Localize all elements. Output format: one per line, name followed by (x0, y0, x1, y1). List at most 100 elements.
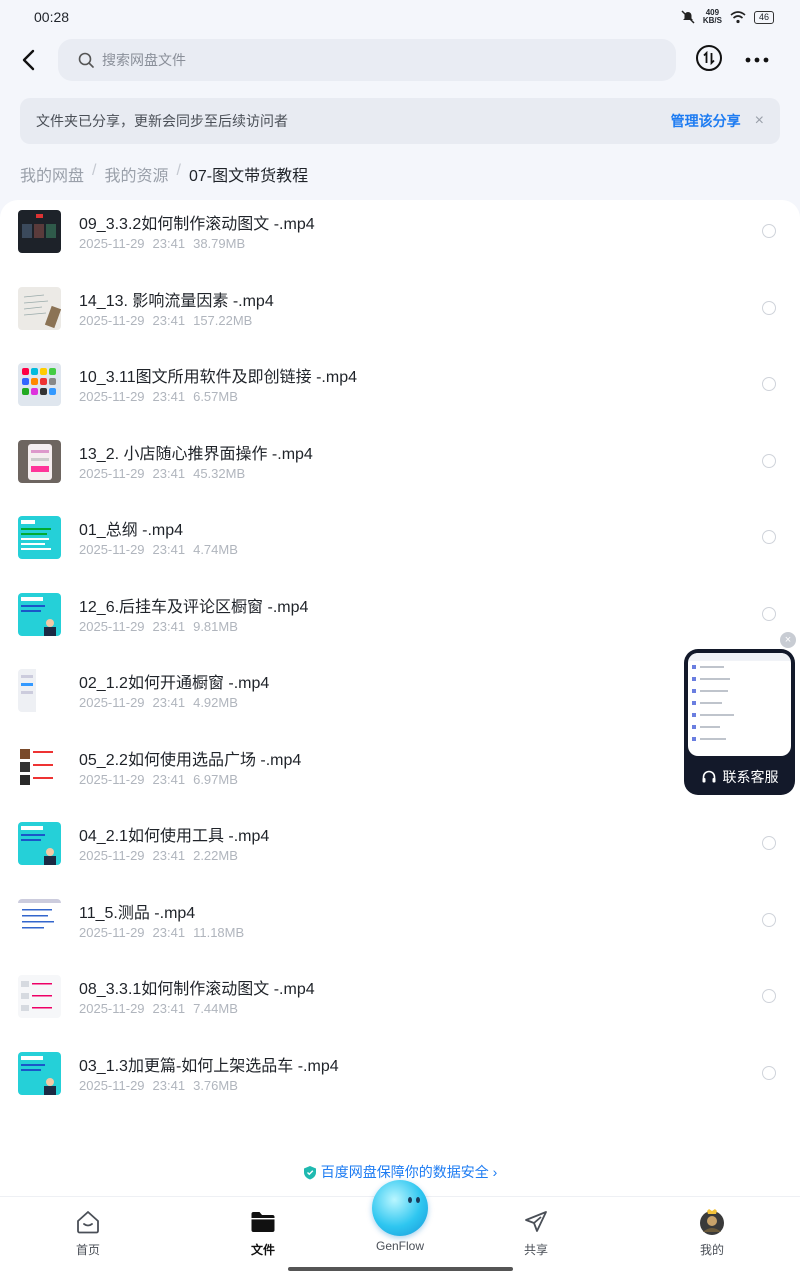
file-row[interactable]: 14_13. 影响流量因素 -.mp4 2025-11-29 23:41 157.22… (0, 277, 800, 353)
breadcrumb-root[interactable]: 我的网盘 (20, 162, 84, 186)
security-note[interactable]: 百度网盘保障你的数据安全 › (0, 1162, 800, 1182)
video-thumbnail (18, 899, 61, 942)
file-name: 12_6.后挂车及评论区橱窗 -.mp4 (79, 599, 309, 616)
file-size: 4.92MB (193, 695, 238, 710)
file-date: 2025-11-29 (79, 772, 145, 787)
nav-mine-label: 我的 (699, 1243, 724, 1257)
video-thumbnail (18, 210, 61, 253)
nav-files[interactable]: 文件 (223, 1209, 303, 1258)
file-row[interactable]: 05_2.2如何使用选品广场 -.mp4 2025-11-29 23:41 6.97M… (0, 736, 800, 812)
file-size: 45.32MB (193, 466, 246, 481)
file-row[interactable]: 02_1.2如何开通橱窗 -.mp4 2025-11-29 23:41 4.92MB (0, 659, 800, 735)
file-name: 11_5.测品 -.mp4 (79, 905, 196, 922)
search-input[interactable]: 搜索网盘文件 (58, 39, 676, 81)
select-radio[interactable] (762, 836, 776, 850)
video-thumbnail (18, 440, 61, 483)
select-radio[interactable] (762, 1066, 776, 1080)
headset-icon (702, 770, 715, 783)
home-icon (77, 1211, 99, 1234)
select-radio[interactable] (762, 224, 776, 238)
video-thumbnail (18, 593, 61, 636)
file-row[interactable]: 10_3.11图文所用软件及即创链接 -.mp4 2025-11-29 23:41 6… (0, 353, 800, 429)
file-date: 2025-11-29 (79, 695, 145, 710)
file-row[interactable]: 13_2. 小店随心推界面操作 -.mp4 2025-11-29 23:41 45.3… (0, 430, 800, 506)
customer-service-card[interactable]: 联系客服 (684, 649, 795, 795)
customer-service-label-row: 联系客服 (684, 767, 795, 787)
file-row[interactable]: 09_3.3.2如何制作滚动图文 -.mp4 2025-11-29 23:41 38.… (0, 200, 800, 276)
breadcrumb-separator: / (92, 162, 97, 179)
status-icons: 409 KB/S 46 (681, 9, 774, 25)
search-placeholder: 搜索网盘文件 (102, 52, 186, 68)
file-size: 38.79MB (193, 236, 246, 251)
breadcrumb-level1[interactable]: 我的资源 (104, 162, 168, 186)
file-name: 09_3.3.2如何制作滚动图文 -.mp4 (79, 216, 315, 233)
select-radio[interactable] (762, 454, 776, 468)
file-meta: 2025-11-29 23:41 38.79MB (79, 236, 253, 251)
genflow-mascot-icon (408, 1197, 420, 1203)
security-note-text: 百度网盘保障你的数据安全 › (320, 1164, 498, 1180)
file-time: 23:41 (152, 1001, 186, 1016)
header: 搜索网盘文件 (0, 38, 800, 82)
nav-genflow[interactable]: GenFlow (360, 1239, 440, 1253)
nav-files-label: 文件 (250, 1243, 275, 1257)
select-radio[interactable] (762, 377, 776, 391)
manage-share-link[interactable]: 管理该分享 (671, 111, 741, 131)
select-radio[interactable] (762, 913, 776, 927)
transfer-button[interactable] (696, 45, 722, 71)
file-row[interactable]: 01_总纲 -.mp4 2025-11-29 23:41 4.74MB (0, 506, 800, 582)
select-radio[interactable] (762, 607, 776, 621)
breadcrumb-current: 07-图文带货教程 (188, 168, 309, 185)
nav-mine[interactable]: 我的 (672, 1209, 752, 1258)
file-size: 2.22MB (193, 848, 238, 863)
file-row[interactable]: 03_1.3加更篇-如何上架选品车 -.mp4 2025-11-29 23:41 3.… (0, 1042, 800, 1118)
select-radio[interactable] (762, 301, 776, 315)
file-row[interactable]: 12_6.后挂车及评论区橱窗 -.mp4 2025-11-29 23:41 9.81M… (0, 583, 800, 659)
file-date: 2025-11-29 (79, 925, 145, 940)
status-time: 00:28 (34, 9, 70, 25)
file-time: 23:41 (152, 389, 186, 404)
file-date: 2025-11-29 (79, 1001, 145, 1016)
battery-icon: 46 (753, 10, 774, 24)
video-thumbnail (18, 822, 61, 865)
file-name: 02_1.2如何开通橱窗 -.mp4 (79, 675, 270, 692)
send-icon (525, 1211, 547, 1232)
file-meta: 2025-11-29 23:41 45.32MB (79, 466, 253, 481)
genflow-orb-button[interactable] (372, 1180, 428, 1236)
file-time: 23:41 (152, 236, 186, 251)
mute-icon (681, 10, 695, 24)
file-date: 2025-11-29 (79, 313, 145, 328)
file-time: 23:41 (152, 925, 186, 940)
float-close-button[interactable]: × (780, 632, 796, 648)
nav-share-label: 共享 (523, 1243, 548, 1257)
file-row[interactable]: 04_2.1如何使用工具 -.mp4 2025-11-29 23:41 2.22MB (0, 812, 800, 888)
file-size: 4.74MB (193, 542, 238, 557)
file-name: 10_3.11图文所用软件及即创链接 -.mp4 (79, 369, 357, 386)
file-date: 2025-11-29 (79, 466, 145, 481)
video-thumbnail (18, 975, 61, 1018)
video-thumbnail (18, 516, 61, 559)
more-icon (745, 57, 769, 63)
shield-icon (303, 1165, 316, 1179)
nav-share[interactable]: 共享 (496, 1209, 576, 1258)
file-size: 11.18MB (193, 925, 245, 940)
file-time: 23:41 (152, 619, 186, 634)
nav-home[interactable]: 首页 (48, 1209, 128, 1258)
file-meta: 2025-11-29 23:41 157.22MB (79, 313, 260, 328)
share-banner: 文件夹已分享，更新会同步至后续访问者 管理该分享 × (20, 98, 780, 144)
file-size: 157.22MB (193, 313, 253, 328)
file-size: 3.76MB (193, 1078, 238, 1093)
avatar-icon (700, 1209, 724, 1235)
select-radio[interactable] (762, 530, 776, 544)
video-thumbnail (18, 746, 61, 789)
close-banner-button[interactable]: × (755, 112, 764, 130)
nav-genflow-label: GenFlow (375, 1239, 425, 1253)
file-date: 2025-11-29 (79, 848, 145, 863)
select-radio[interactable] (762, 989, 776, 1003)
file-row[interactable]: 08_3.3.1如何制作滚动图文 -.mp4 2025-11-29 23:41 7.4… (0, 965, 800, 1041)
share-banner-message: 文件夹已分享，更新会同步至后续访问者 (36, 113, 288, 129)
more-button[interactable] (742, 46, 772, 74)
file-date: 2025-11-29 (79, 1078, 145, 1093)
file-time: 23:41 (152, 848, 186, 863)
file-row[interactable]: 11_5.测品 -.mp4 2025-11-29 23:41 11.18MB (0, 889, 800, 965)
back-button[interactable] (14, 46, 42, 74)
